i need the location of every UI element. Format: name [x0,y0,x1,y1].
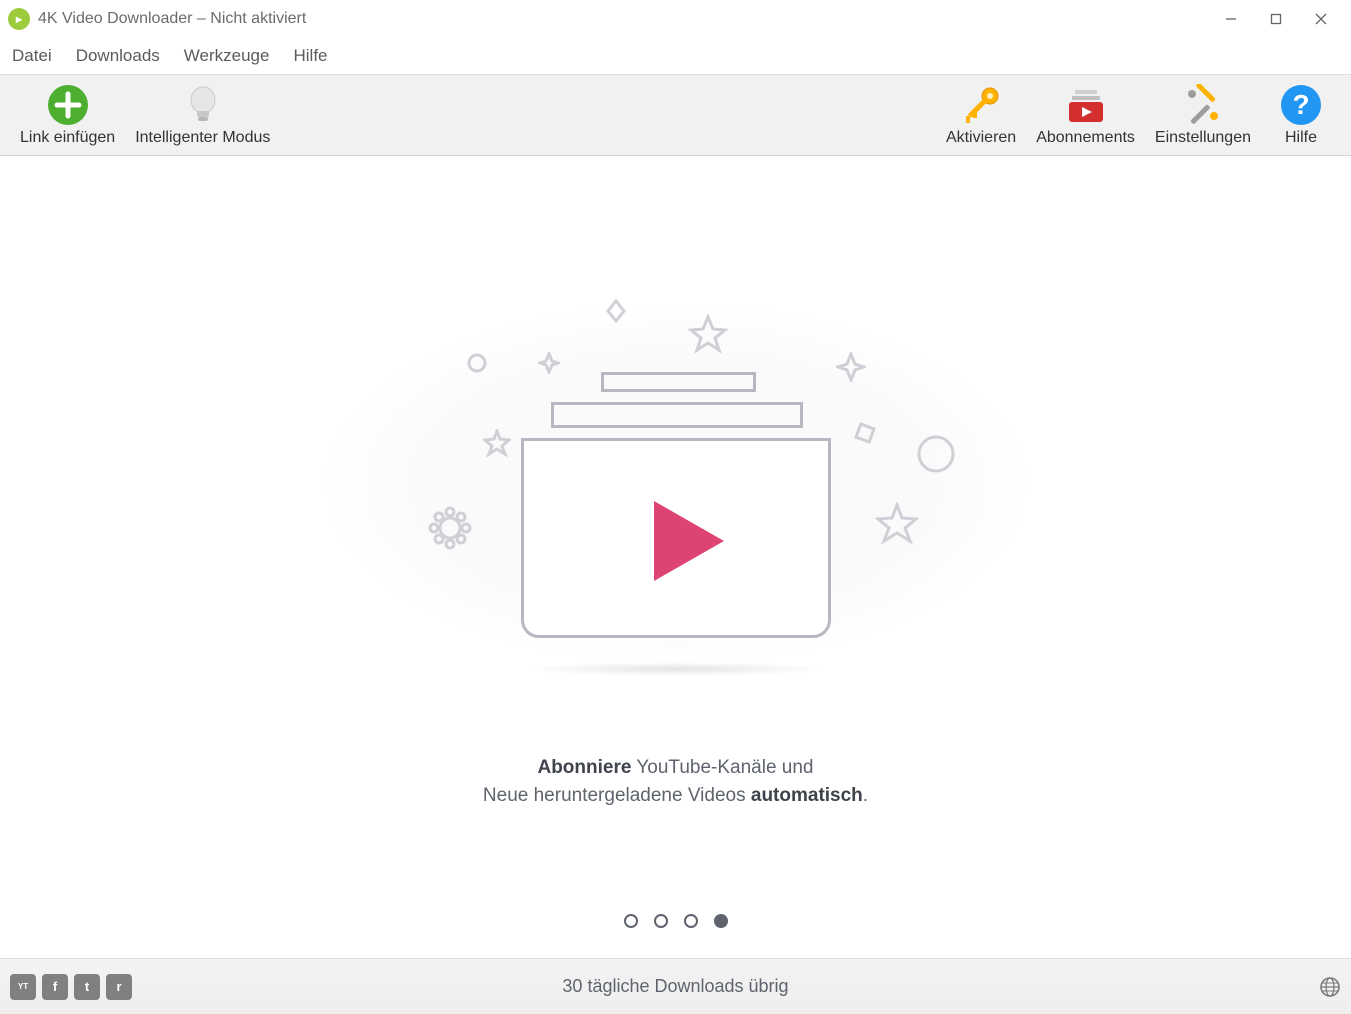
globe-icon [1319,976,1341,998]
pager-dot-1[interactable] [624,914,638,928]
caption-bold-2: automatisch [751,785,863,806]
paste-link-label: Link einfügen [20,129,115,147]
diamond-icon [604,299,628,323]
twitter-icon: t [85,979,89,994]
statusbar: YT f t r 30 tägliche Downloads übrig [0,958,1351,1014]
help-label: Hilfe [1285,129,1317,147]
caption-bold-1: Abonniere [537,757,631,778]
youtube-icon: YT [18,983,28,991]
minimize-icon [1225,13,1237,25]
pager-dot-4[interactable] [714,914,728,928]
circle-icon [466,352,488,374]
menubar: Datei Downloads Werkzeuge Hilfe [0,38,1351,74]
subscriptions-label: Abonnements [1036,129,1135,147]
menu-file[interactable]: Datei [0,38,64,74]
tools-icon [1182,84,1224,126]
empty-state-caption: Abonniere YouTube-Kanäle und Neue herunt… [483,754,868,811]
activate-label: Aktivieren [946,129,1016,147]
settings-label: Einstellungen [1155,129,1251,147]
content-area: Abonniere YouTube-Kanäle und Neue herunt… [0,156,1351,958]
gear-icon [428,506,472,550]
paste-link-button[interactable]: Link einfügen [10,79,125,151]
lightbulb-icon [184,84,222,126]
empty-state-illustration [326,274,1026,694]
help-icon: ? [1280,84,1322,126]
help-button[interactable]: ? Hilfe [1261,79,1341,151]
reddit-icon: r [116,979,121,994]
circle-icon [916,434,956,474]
subscriptions-icon [1065,84,1107,126]
pager-dot-2[interactable] [654,914,668,928]
star-icon [875,502,919,546]
facebook-link[interactable]: f [42,974,68,1000]
maximize-icon [1270,13,1282,25]
globe-button[interactable] [1319,976,1341,998]
downloads-remaining-label: 30 tägliche Downloads übrig [562,976,788,997]
youtube-link[interactable]: YT [10,974,36,1000]
smart-mode-button[interactable]: Intelligenter Modus [125,79,280,151]
subscriptions-button[interactable]: Abonnements [1026,79,1145,151]
window-title: 4K Video Downloader – Nicht aktiviert [38,10,306,28]
facebook-icon: f [53,979,57,994]
minimize-button[interactable] [1208,4,1253,34]
star-icon [483,429,511,457]
close-icon [1315,13,1327,25]
settings-button[interactable]: Einstellungen [1145,79,1261,151]
pager-dot-3[interactable] [684,914,698,928]
caption-text-3: . [863,785,868,806]
pager [624,914,728,928]
menu-tools[interactable]: Werkzeuge [172,38,282,74]
activate-button[interactable]: Aktivieren [936,79,1026,151]
caption-text-1: YouTube-Kanäle und [631,757,813,778]
square-icon [854,422,876,444]
sparkle-icon [836,352,866,382]
plus-icon [47,84,89,126]
twitter-link[interactable]: t [74,974,100,1000]
app-icon: ▸ [8,8,30,30]
menu-help[interactable]: Hilfe [281,38,339,74]
social-links: YT f t r [10,974,132,1000]
svg-text:?: ? [1292,89,1309,120]
menu-downloads[interactable]: Downloads [64,38,172,74]
key-icon [960,84,1002,126]
toolbar: Link einfügen Intelligenter Modus Aktivi… [0,74,1351,156]
sparkle-icon [538,352,560,374]
star-icon [688,314,728,354]
maximize-button[interactable] [1253,4,1298,34]
caption-text-2: Neue heruntergeladene Videos [483,785,751,806]
reddit-link[interactable]: r [106,974,132,1000]
smart-mode-label: Intelligenter Modus [135,129,270,147]
close-button[interactable] [1298,4,1343,34]
play-icon [634,486,744,596]
titlebar: ▸ 4K Video Downloader – Nicht aktiviert [0,0,1351,38]
